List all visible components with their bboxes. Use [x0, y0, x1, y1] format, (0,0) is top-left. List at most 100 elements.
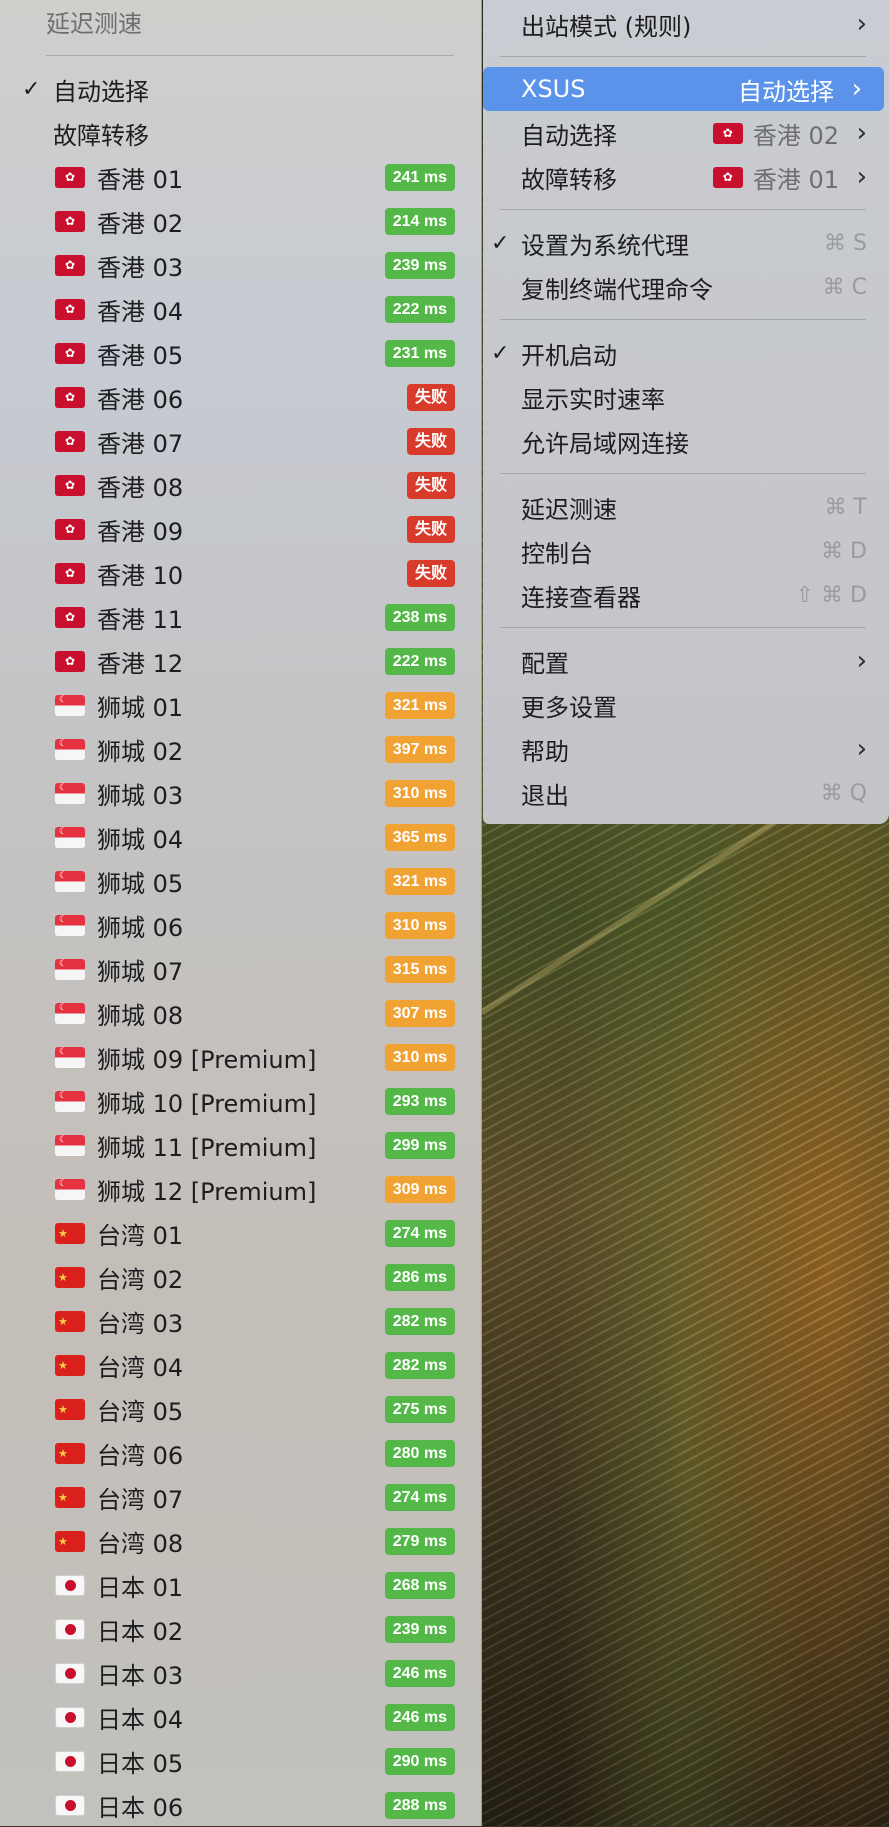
hong-kong-flag-icon: ✿	[55, 298, 85, 320]
allow-lan-item[interactable]: 允许局域网连接	[483, 419, 889, 463]
proxy-node-item[interactable]: ✿ 香港 07 失败	[0, 419, 482, 463]
hong-kong-flag-icon: ✿	[55, 474, 85, 496]
proxy-node-name: 狮城 04	[97, 825, 184, 854]
latency-test-menu-item[interactable]: 延迟测速 ⌘ T	[483, 485, 889, 529]
proxy-node-item[interactable]: ★ 台湾 02 286 ms	[0, 1255, 482, 1299]
proxy-node-item[interactable]: 日本 02 239 ms	[0, 1607, 482, 1651]
proxy-group-xsus-item[interactable]: XSUS 自动选择 ›	[483, 67, 884, 111]
checkmark-icon: ✓	[491, 340, 510, 366]
proxy-group-failover[interactable]: 故障转移	[0, 111, 482, 155]
hong-kong-flag-icon: ✿	[55, 386, 85, 408]
config-item[interactable]: 配置 ›	[483, 639, 889, 683]
proxy-node-name: 日本 04	[97, 1705, 184, 1734]
proxy-node-item[interactable]: ☾ 狮城 02 397 ms	[0, 727, 482, 771]
proxy-node-item[interactable]: 日本 05 290 ms	[0, 1739, 482, 1783]
proxy-node-item[interactable]: ☾ 狮城 11 [Premium] 299 ms	[0, 1123, 482, 1167]
proxy-node-item[interactable]: 日本 03 246 ms	[0, 1651, 482, 1695]
proxy-node-name: 香港 03	[97, 253, 184, 282]
latency-badge: 310 ms	[384, 779, 455, 807]
latency-test-item[interactable]: 延迟测速	[0, 0, 482, 44]
latency-badge: 307 ms	[384, 999, 455, 1027]
proxy-node-item[interactable]: ★ 台湾 01 274 ms	[0, 1211, 482, 1255]
main-menu: 出站模式 (规则) › XSUS 自动选择 › 自动选择 ✿ 香港 02 › 故…	[483, 0, 889, 824]
show-realtime-speed-item[interactable]: 显示实时速率	[483, 375, 889, 419]
menu-item-label: 退出	[521, 781, 569, 810]
failover-group-item[interactable]: 故障转移 ✿ 香港 01 ›	[483, 155, 889, 199]
chevron-right-icon: ›	[856, 162, 867, 192]
dashboard-item[interactable]: 控制台 ⌘ D	[483, 529, 889, 573]
keyboard-shortcut: ⇧ ⌘ D	[795, 582, 867, 608]
singapore-flag-icon: ☾	[55, 694, 85, 716]
latency-badge: 397 ms	[384, 735, 455, 763]
launch-at-login-item[interactable]: ✓ 开机启动	[483, 331, 889, 375]
connection-viewer-item[interactable]: 连接查看器 ⇧ ⌘ D	[483, 573, 889, 617]
menu-item-label: 设置为系统代理	[521, 231, 689, 260]
proxy-node-item[interactable]: ★ 台湾 03 282 ms	[0, 1299, 482, 1343]
hong-kong-flag-icon: ✿	[55, 430, 85, 452]
proxy-node-item[interactable]: ☾ 狮城 07 315 ms	[0, 947, 482, 991]
proxy-node-item[interactable]: ✿ 香港 05 231 ms	[0, 331, 482, 375]
proxy-node-item[interactable]: ☾ 狮城 05 321 ms	[0, 859, 482, 903]
keyboard-shortcut: ⌘ C	[822, 274, 867, 300]
proxy-node-item[interactable]: ☾ 狮城 10 [Premium] 293 ms	[0, 1079, 482, 1123]
singapore-flag-icon: ☾	[55, 1134, 85, 1156]
proxy-node-item[interactable]: ✿ 香港 10 失败	[0, 551, 482, 595]
proxy-node-item[interactable]: ☾ 狮城 12 [Premium] 309 ms	[0, 1167, 482, 1211]
proxy-node-item[interactable]: ✿ 香港 02 214 ms	[0, 199, 482, 243]
quit-item[interactable]: 退出 ⌘ Q	[483, 771, 889, 815]
separator	[500, 56, 866, 57]
proxy-node-item[interactable]: ✿ 香港 03 239 ms	[0, 243, 482, 287]
set-system-proxy-item[interactable]: ✓ 设置为系统代理 ⌘ S	[483, 221, 889, 265]
proxy-node-item[interactable]: ✿ 香港 01 241 ms	[0, 155, 482, 199]
proxy-node-item[interactable]: ★ 台湾 06 280 ms	[0, 1431, 482, 1475]
proxy-node-item[interactable]: ☾ 狮城 03 310 ms	[0, 771, 482, 815]
proxy-node-name: 香港 08	[97, 473, 184, 502]
proxy-node-item[interactable]: ✿ 香港 06 失败	[0, 375, 482, 419]
japan-flag-icon	[55, 1750, 85, 1772]
proxy-node-item[interactable]: ☾ 狮城 01 321 ms	[0, 683, 482, 727]
proxy-node-item[interactable]: ☾ 狮城 04 365 ms	[0, 815, 482, 859]
proxy-group-label: 自动选择	[53, 77, 149, 106]
latency-badge: 241 ms	[384, 163, 455, 191]
proxy-node-item[interactable]: ✿ 香港 09 失败	[0, 507, 482, 551]
proxy-node-item[interactable]: 日本 06 288 ms	[0, 1783, 482, 1827]
proxy-node-item[interactable]: ★ 台湾 07 274 ms	[0, 1475, 482, 1519]
proxy-node-item[interactable]: ✿ 香港 12 222 ms	[0, 639, 482, 683]
chevron-right-icon: ›	[856, 646, 867, 676]
proxy-node-item[interactable]: ✿ 香港 08 失败	[0, 463, 482, 507]
proxy-node-item[interactable]: ✿ 香港 04 222 ms	[0, 287, 482, 331]
latency-badge: 310 ms	[384, 911, 455, 939]
latency-badge: 239 ms	[384, 1615, 455, 1643]
proxy-node-name: 香港 05	[97, 341, 184, 370]
proxy-group-auto-select[interactable]: ✓ 自动选择	[0, 67, 482, 111]
proxy-node-item[interactable]: ☾ 狮城 06 310 ms	[0, 903, 482, 947]
proxy-node-item[interactable]: 日本 01 268 ms	[0, 1563, 482, 1607]
more-settings-item[interactable]: 更多设置	[483, 683, 889, 727]
proxy-node-item[interactable]: ☾ 狮城 08 307 ms	[0, 991, 482, 1035]
proxy-node-name: 香港 02	[97, 209, 184, 238]
proxy-node-name: 狮城 12 [Premium]	[97, 1177, 317, 1206]
latency-badge: 275 ms	[384, 1395, 455, 1423]
menu-item-label: 复制终端代理命令	[521, 275, 713, 304]
proxy-node-name: 香港 04	[97, 297, 184, 326]
latency-badge: 309 ms	[384, 1175, 455, 1203]
latency-badge: 268 ms	[384, 1571, 455, 1599]
chevron-right-icon: ›	[856, 118, 867, 148]
proxy-node-name: 日本 01	[97, 1573, 184, 1602]
proxy-node-item[interactable]: 日本 04 246 ms	[0, 1695, 482, 1739]
proxy-node-name: 狮城 01	[97, 693, 184, 722]
proxy-node-item[interactable]: ☾ 狮城 09 [Premium] 310 ms	[0, 1035, 482, 1079]
copy-terminal-command-item[interactable]: 复制终端代理命令 ⌘ C	[483, 265, 889, 309]
proxy-node-item[interactable]: ★ 台湾 08 279 ms	[0, 1519, 482, 1563]
proxy-node-item[interactable]: ★ 台湾 04 282 ms	[0, 1343, 482, 1387]
proxy-node-name: 台湾 07	[97, 1485, 184, 1514]
auto-select-group-item[interactable]: 自动选择 ✿ 香港 02 ›	[483, 111, 889, 155]
outbound-mode-item[interactable]: 出站模式 (规则) ›	[483, 2, 889, 46]
proxy-node-item[interactable]: ★ 台湾 05 275 ms	[0, 1387, 482, 1431]
proxy-node-name: 狮城 07	[97, 957, 184, 986]
help-item[interactable]: 帮助 ›	[483, 727, 889, 771]
hong-kong-flag-icon: ✿	[712, 122, 743, 144]
proxy-node-item[interactable]: ✿ 香港 11 238 ms	[0, 595, 482, 639]
proxy-node-name: 香港 09	[97, 517, 184, 546]
latency-badge: 246 ms	[384, 1703, 455, 1731]
